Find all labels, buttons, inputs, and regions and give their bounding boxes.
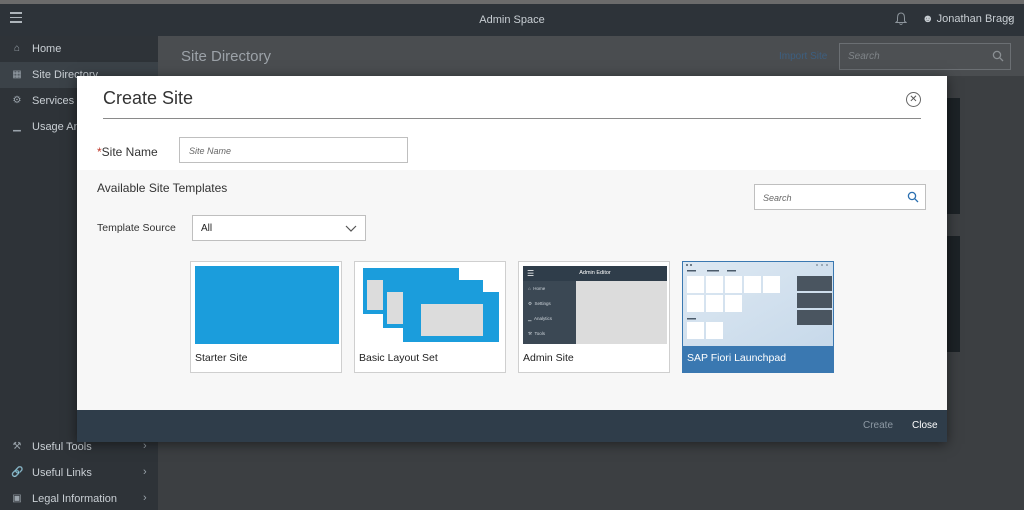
template-source-value: All [201,223,213,234]
site-tile[interactable] [946,236,960,352]
sidebar-item-label: Useful Links [32,467,92,479]
user-name: Jonathan Bragg [936,13,1015,25]
home-icon: ⌂ [13,43,21,54]
template-thumbnail [359,266,503,344]
link-icon: 🔗 [11,467,24,478]
services-icon: ⚙ [12,95,22,106]
template-card-starter-site[interactable]: Starter Site [190,261,342,373]
template-search-input[interactable]: Search [754,184,926,210]
template-card-basic-layout-set[interactable]: Basic Layout Set [354,261,506,373]
page-title: Site Directory [181,48,272,65]
admin-thumb-item-label: Home [533,286,546,291]
divider [103,118,921,119]
site-name-label: *Site Name [97,145,158,159]
template-source-select[interactable]: All [192,215,366,241]
import-site-link[interactable]: Import Site [779,51,827,62]
chevron-down-icon[interactable]: ⌄ [1006,12,1014,23]
search-icon[interactable] [907,191,919,203]
create-button[interactable]: Create [863,420,893,431]
directory-search-input[interactable]: Search [839,43,1011,70]
search-placeholder: Search [763,193,792,203]
page-header: Site Directory Import Site Search [158,36,1024,76]
sidebar-item-label: Legal Information [32,493,117,505]
admin-thumb-item: ⚙ Settings [528,301,551,306]
user-icon: ☻ [922,13,934,25]
template-card-sap-fiori-launchpad[interactable]: SAP Fiori Launchpad [682,261,834,373]
site-name-input[interactable]: Site Name [179,137,408,163]
shell-title: Admin Space [479,14,545,26]
dialog-title: Create Site [103,88,194,108]
close-icon[interactable]: ✕ [906,92,921,107]
site-name-placeholder: Site Name [189,146,232,156]
template-label: SAP Fiori Launchpad [687,352,787,364]
sidebar-item-label: Home [32,43,62,55]
sidebar-item-home[interactable]: ⌂ Home [0,36,158,62]
template-label: Basic Layout Set [359,352,438,364]
admin-thumb-header: ☰ Admin Editor [523,266,667,281]
templates-title: Available Site Templates [97,181,228,195]
admin-thumb-item-label: Tools [534,331,546,336]
template-thumbnail [195,266,339,344]
template-thumbnail: ☰ Admin Editor ⌂ Home ⚙ Settings ▁ Analy… [523,266,667,344]
site-name-label-text: Site Name [101,145,158,159]
admin-thumb-item: ⌂ Home [528,286,546,291]
admin-thumb-item-label: Settings [534,301,551,306]
create-site-dialog: Create Site ✕ *Site Name Site Name Avail… [77,76,947,442]
chevron-right-icon: › [143,466,147,478]
user-menu[interactable]: ☻ Jonathan Bragg [922,13,1014,25]
admin-thumb-sidebar: ⌂ Home ⚙ Settings ▁ Analytics ⚒ Tools [523,281,576,344]
shell-bar: Admin Space ☻ Jonathan Bragg ⌄ [0,0,1024,36]
dialog-header: Create Site ✕ *Site Name Site Name [77,76,947,170]
search-icon[interactable] [992,50,1004,62]
legal-icon: ▣ [12,493,22,504]
analytics-icon: ▁ [13,121,21,132]
bell-icon[interactable] [895,12,907,26]
template-card-admin-site[interactable]: ☰ Admin Editor ⌂ Home ⚙ Settings ▁ Analy… [518,261,670,373]
tools-icon: ⚒ [12,441,22,452]
admin-thumb-item-label: Analytics [533,316,552,321]
template-label: Admin Site [523,352,574,364]
sidebar-item-useful-links[interactable]: 🔗 Useful Links › [0,460,158,486]
admin-thumb-title: Admin Editor [579,270,611,276]
close-button[interactable]: Close [912,420,938,431]
sidebar-item-label: Useful Tools [32,441,92,453]
admin-thumb-item: ▁ Analytics [528,316,552,321]
chevron-down-icon [345,225,357,232]
template-thumbnail [683,262,833,346]
admin-thumb-item: ⚒ Tools [528,331,546,336]
dialog-footer: Create Close [77,410,947,442]
sites-icon: ▦ [12,69,22,80]
template-source-label: Template Source [97,222,176,234]
site-tile[interactable] [946,98,960,214]
search-placeholder: Search [848,51,880,62]
sidebar-item-legal-information[interactable]: ▣ Legal Information › [0,486,158,510]
chevron-right-icon: › [143,492,147,504]
template-label: Starter Site [195,352,248,364]
